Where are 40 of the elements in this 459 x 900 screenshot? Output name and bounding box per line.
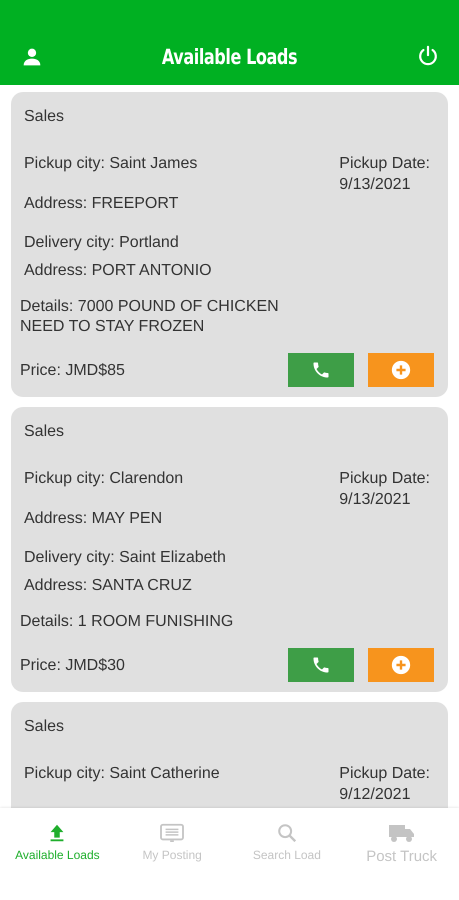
profile-icon[interactable] [22,47,42,67]
add-button[interactable] [368,648,434,682]
category-label: Sales [24,717,66,737]
pickup-date-label: Pickup Date: [339,154,430,174]
phone-icon [311,655,331,675]
power-icon[interactable] [416,45,439,67]
pickup-address: Address: MAY PEN [24,509,164,529]
add-button[interactable] [368,353,434,387]
price-text: Price: JMD$85 [20,360,125,380]
call-button[interactable] [288,353,354,387]
category-label: Sales [24,422,66,442]
details-text: Details: 1 ROOM FUNISHING [20,612,234,632]
truck-icon [388,822,416,844]
list-icon [159,822,186,844]
details-text: Details: 7000 POUND OF CHICKEN NEED TO STAY FROZEN [20,297,280,337]
pickup-date: 9/13/2021 [339,175,412,195]
pickup-address: Address: FREEPORT [24,194,180,214]
nav-tab[interactable]: Post Truck [344,822,459,865]
phone-icon [311,360,331,380]
delivery-address: Address: SANTA CRUZ [24,576,193,596]
pickup-city: Pickup city: Saint Catherine [24,764,220,784]
pickup-date-label: Pickup Date: [339,469,430,489]
plus-icon [390,359,412,381]
nav-tab[interactable]: Available Loads [0,822,115,862]
search-icon [276,822,298,844]
pickup-date: 9/12/2021 [339,785,412,805]
pickup-city: Pickup city: Saint James [24,154,198,174]
price-text: Price: JMD$30 [20,656,125,676]
delivery-address: Address: PORT ANTONIO [24,261,213,281]
nav-tab[interactable]: Search Load [230,822,344,862]
nav-tab[interactable]: My Posting [114,822,230,862]
pickup-date-label: Pickup Date: [339,764,430,784]
category-label: Sales [24,107,66,127]
pickup-city: Pickup city: Clarendon [24,469,184,489]
screen-title: Available Loads [162,45,298,69]
pickup-date: 9/13/2021 [339,490,412,510]
plus-icon [390,654,412,676]
call-button[interactable] [288,648,354,682]
delivery-city: Delivery city: Portland [24,233,180,253]
delivery-city: Delivery city: Saint Elizabeth [24,548,227,568]
